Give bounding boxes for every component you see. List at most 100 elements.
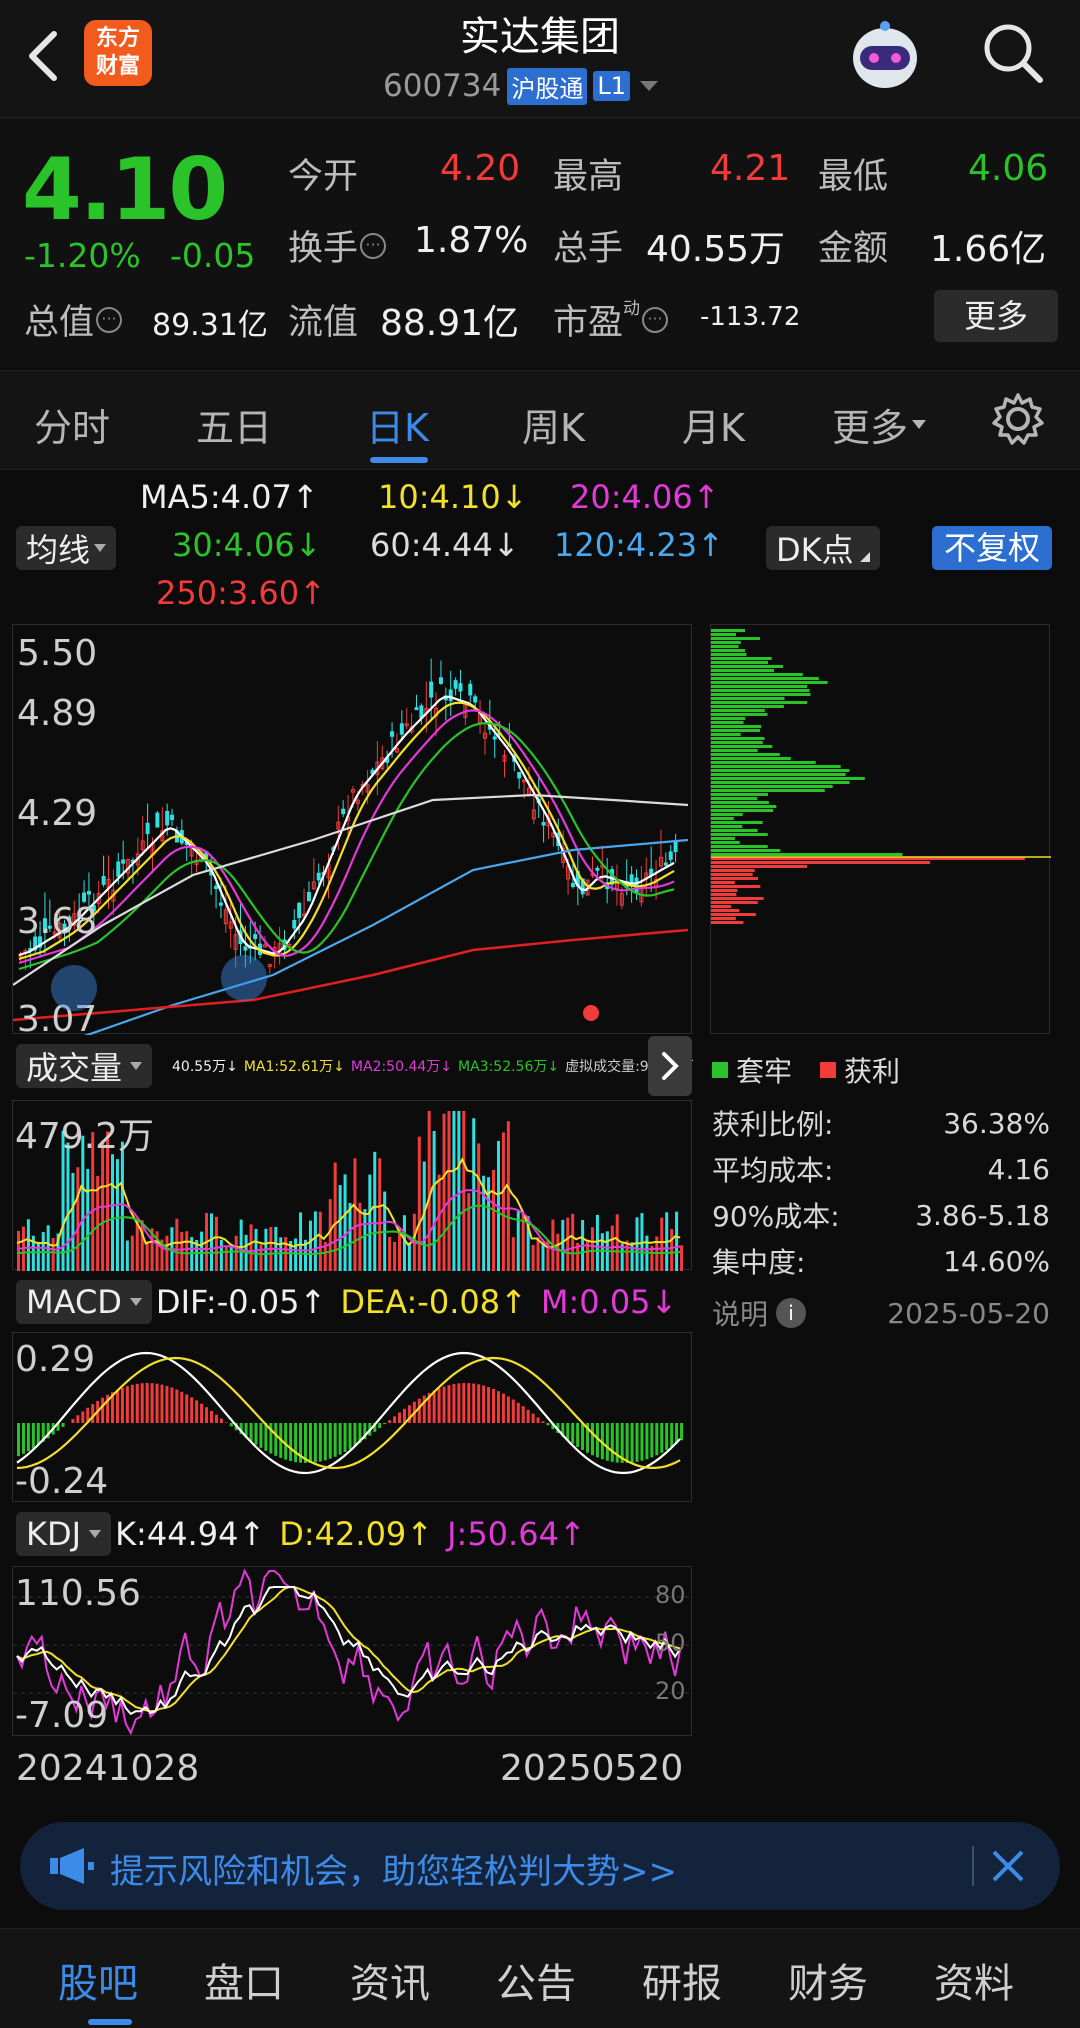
kline-chart[interactable]: 5.50 4.89 4.29 3.68 3.07 (12, 624, 692, 1040)
volume-legend: 40.55万↓ MA1:52.61万↓ MA2:50.44万↓ MA3:52.5… (172, 1056, 694, 1076)
macd-bar (165, 1385, 169, 1423)
macd-select[interactable]: MACD (16, 1280, 152, 1324)
macd-bar (91, 1404, 95, 1423)
volume-bar (615, 1214, 619, 1271)
macd-bar (274, 1423, 278, 1456)
ma5-label: MA5:4.07↑ (140, 478, 319, 516)
candle-body (673, 841, 678, 853)
candle-body (429, 681, 434, 698)
macd-bar (645, 1423, 649, 1460)
event-dot-icon[interactable] (583, 1005, 599, 1021)
nav-yanbao[interactable]: 研报 (642, 1951, 722, 2009)
chip-bar (711, 745, 773, 748)
tab-more[interactable]: 更多 (832, 397, 927, 452)
volume-bar (595, 1214, 599, 1271)
info-icon[interactable]: ··· (360, 232, 387, 259)
chip-stat-row: 集中度: 14.60% (712, 1244, 1050, 1280)
volume-value: 40.55万 (646, 229, 786, 270)
risk-banner[interactable]: 提示风险和机会，助您轻松判大势>> (20, 1822, 1060, 1910)
volume-select[interactable]: 成交量 (16, 1044, 153, 1088)
macd-bar (135, 1383, 139, 1423)
signal-marker-icon[interactable] (221, 955, 267, 1001)
macd-bar (249, 1423, 253, 1442)
volume-bar (239, 1219, 243, 1271)
macd-bar (219, 1418, 223, 1423)
robot-assistant-icon[interactable] (842, 14, 928, 94)
macd-bar (432, 1390, 436, 1423)
tab-fenshi[interactable]: 分时 (34, 397, 110, 452)
info-icon[interactable]: i (776, 1298, 807, 1328)
volume-bar (259, 1244, 263, 1271)
nav-pankou[interactable]: 盘口 (204, 1951, 284, 2009)
change-amount: -0.05 (170, 236, 256, 275)
chip-bar (711, 837, 735, 840)
kdj-chart[interactable]: 110.56 -7.09 80 50 20 (12, 1566, 693, 1736)
volume-bar (294, 1238, 298, 1271)
search-icon[interactable] (980, 20, 1046, 86)
volume-bar (76, 1167, 80, 1271)
macd-bar (462, 1383, 466, 1423)
macd-bar (383, 1423, 387, 1425)
macd-bar (259, 1423, 263, 1448)
info-icon[interactable]: ··· (642, 306, 669, 333)
volume-bar (318, 1211, 322, 1271)
chip-bar (711, 669, 774, 672)
candle-body (541, 821, 546, 826)
nav-guba[interactable]: 股吧 (58, 1951, 138, 2009)
chip-bar (711, 629, 745, 632)
volume-bar (17, 1230, 20, 1271)
tab-active-indicator (370, 457, 428, 463)
dk-point-button[interactable]: DK点 (766, 526, 880, 570)
nav-zixun[interactable]: 资讯 (350, 1951, 430, 2009)
nav-gonggao[interactable]: 公告 (496, 1951, 576, 2009)
volume-bar (442, 1113, 446, 1271)
volume-bar (571, 1213, 575, 1271)
close-icon[interactable] (990, 1848, 1026, 1884)
macd-bar (536, 1417, 540, 1423)
trapped-swatch (712, 1062, 728, 1078)
volume-bar (71, 1172, 75, 1271)
info-icon[interactable]: ··· (96, 306, 123, 333)
tab-rik[interactable]: 日K (366, 397, 429, 452)
stock-code-row[interactable]: 600734 沪股通 L1 (383, 66, 658, 106)
macd-bar (224, 1422, 228, 1423)
chip-bar (711, 737, 765, 740)
macd-bar (610, 1423, 614, 1462)
volume-bar (234, 1235, 238, 1271)
dropdown-triangle-icon (130, 1062, 143, 1070)
chip-bar (711, 905, 732, 908)
mktcap-label: 总值 (24, 303, 95, 343)
ma30-label: 30:4.06↓ (172, 526, 322, 564)
candle-body (595, 867, 600, 871)
chip-stat-row: 获利比例: 36.38% (712, 1106, 1050, 1142)
chip-note-row[interactable]: 说明 i 2025-05-20 (712, 1284, 1050, 1342)
candle-body (570, 882, 575, 888)
chip-bar (711, 645, 739, 648)
turnover-label-row: 换手 ··· (288, 220, 387, 271)
nav-caiwu[interactable]: 财务 (788, 1951, 868, 2009)
kdj-select-label: KDJ (26, 1515, 82, 1553)
settings-gear-icon[interactable] (990, 391, 1046, 447)
kdj-select[interactable]: KDJ (16, 1512, 112, 1556)
kdj-axis-bottom: -7.09 (15, 1695, 109, 1736)
macd-bar (120, 1387, 124, 1423)
expand-arrow-button[interactable] (648, 1036, 692, 1096)
tab-yuek[interactable]: 月K (682, 397, 745, 452)
kline-plot (13, 658, 689, 1035)
fuquan-button[interactable]: 不复权 (932, 526, 1053, 570)
signal-marker-icon[interactable] (51, 965, 97, 1011)
macd-bar (185, 1394, 189, 1423)
tab-wuri[interactable]: 五日 (196, 397, 272, 452)
nav-ziliao[interactable]: 资料 (934, 1951, 1014, 2009)
more-button[interactable]: 更多 (934, 290, 1058, 342)
volume-bar (447, 1111, 451, 1271)
tab-zhouk[interactable]: 周K (522, 397, 585, 452)
chip-bar (711, 673, 803, 676)
macd-chart[interactable]: 0.29 -0.24 (12, 1332, 692, 1502)
ma-legend: MA5:4.07↑ 10:4.10↓ 20:4.06↑ 均线 30:4.06↓ … (0, 472, 1080, 622)
volume-bar (427, 1111, 431, 1271)
ma-select[interactable]: 均线 (16, 526, 117, 570)
volume-chart[interactable]: 479.2万 (12, 1100, 692, 1271)
macd-bar (21, 1423, 25, 1454)
macd-bar (670, 1423, 674, 1447)
